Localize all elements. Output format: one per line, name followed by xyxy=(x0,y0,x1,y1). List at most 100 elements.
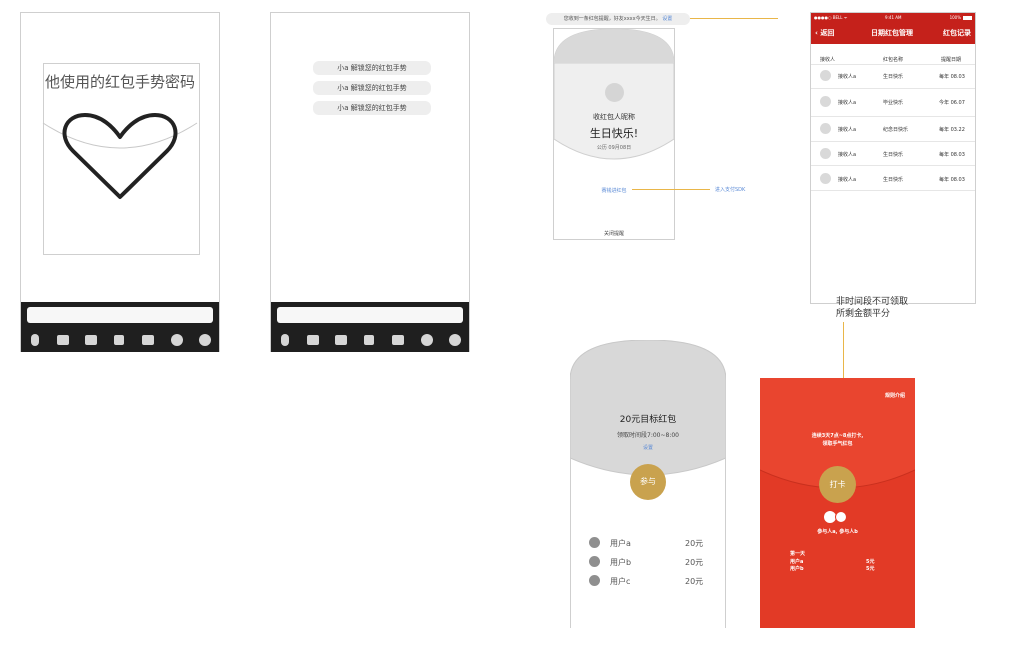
screen-gesture-password: 他使用的红包手势密码 xyxy=(20,12,220,352)
participants-text: 参与人a, 参与人b xyxy=(817,529,858,535)
divider xyxy=(811,64,975,65)
battery-icon xyxy=(963,16,972,20)
screen-birthday-packet: 收红包人昵称 生日快乐! 公历 09月08日 赛钱进红包 关闭提醒 xyxy=(553,28,675,240)
result-name: 用户b xyxy=(790,566,804,572)
recipient-cell: 接收人a xyxy=(838,152,857,158)
user-name: 用户a xyxy=(610,539,631,548)
result-amount: 5元 xyxy=(866,559,875,565)
checkin-button[interactable]: 打卡 xyxy=(819,466,856,503)
camera-icon[interactable] xyxy=(335,335,347,345)
divider xyxy=(811,141,975,142)
packet-name-cell: 毕业快乐 xyxy=(883,100,904,106)
screen-target-packet: 20元目标红包 领取时间段7:00~8:00 设置 参与 用户a 20元 用户b… xyxy=(570,340,726,630)
notification-settings-link[interactable]: 设置 xyxy=(662,16,672,22)
birthday-notification[interactable]: 您收到一条红包提醒，好友xxxx今天生日。 设置 xyxy=(546,13,690,25)
close-reminder-button[interactable]: 关闭提醒 xyxy=(554,230,674,237)
date-cell: 每年 08.03 xyxy=(939,74,965,80)
recipient-label: 收红包人昵称 xyxy=(593,113,635,121)
day-label: 第一天 xyxy=(790,551,806,557)
desc-line: 领取手气红包 xyxy=(822,441,853,447)
chat-toolbar xyxy=(271,302,469,352)
user-amount: 20元 xyxy=(685,577,704,586)
recipient-cell: 接收人a xyxy=(838,127,857,133)
chevron-left-icon: ‹ xyxy=(815,29,818,37)
note-line: 所剩金额平分 xyxy=(836,309,891,319)
emoji-icon[interactable] xyxy=(421,334,433,346)
screen-unlock-messages: 小a 解锁您的红包手势 小a 解锁您的红包手势 小a 解锁您的红包手势 xyxy=(270,12,470,352)
collect-period: 领取时间段7:00~8:00 xyxy=(617,432,679,439)
packet-name-cell: 生日快乐 xyxy=(883,152,904,158)
divider xyxy=(811,88,975,89)
sdk-link[interactable]: 进入支付SDK xyxy=(715,186,745,193)
connector-line xyxy=(690,18,778,19)
image-icon[interactable] xyxy=(57,335,69,345)
back-button[interactable]: ‹ 返回 xyxy=(815,22,834,44)
image-icon[interactable] xyxy=(307,335,319,345)
user-avatar xyxy=(589,537,600,548)
packet-name-cell: 生日快乐 xyxy=(883,74,904,80)
divider xyxy=(811,190,975,191)
file-icon[interactable] xyxy=(114,335,124,345)
annotation-note: 非时间段不可领取 所剩金额平分 xyxy=(836,296,908,320)
screen-date-packet-manager: ●●●●○ BELL ᯤ 9:41 AM 100% ‹ 返回 日期红包管理 红包… xyxy=(810,12,976,304)
chat-input[interactable] xyxy=(27,307,213,323)
chat-toolbar xyxy=(21,302,219,352)
heart-gesture-icon xyxy=(42,113,198,199)
avatar xyxy=(820,148,831,159)
rules-link[interactable]: 规则介绍 xyxy=(885,392,905,399)
avatar xyxy=(605,83,624,102)
date: 公历 09月08日 xyxy=(596,145,632,151)
participant-avatar xyxy=(835,511,847,523)
user-amount: 20元 xyxy=(685,539,704,548)
mic-icon[interactable] xyxy=(281,334,289,346)
back-label: 返回 xyxy=(820,29,835,37)
result-amount: 5元 xyxy=(866,566,875,572)
result-name: 用户a xyxy=(790,559,804,565)
avatar xyxy=(820,173,831,184)
connector-line xyxy=(632,189,710,190)
packet-records-button[interactable]: 红包记录 xyxy=(943,22,971,44)
date-cell: 每年 08.03 xyxy=(939,177,965,183)
battery-text: 100% xyxy=(949,15,961,20)
note-line: 非时间段不可领取 xyxy=(836,297,909,307)
time-text: 9:41 AM xyxy=(885,15,902,20)
avatar xyxy=(820,96,831,107)
date-cell: 今年 06.07 xyxy=(939,100,965,106)
nav-bar: ‹ 返回 日期红包管理 红包记录 xyxy=(811,22,975,44)
plus-icon[interactable] xyxy=(199,334,211,346)
unlock-pill[interactable]: 小a 解锁您的红包手势 xyxy=(313,101,431,115)
mic-icon[interactable] xyxy=(31,334,39,346)
gesture-title: 他使用的红包手势密码 xyxy=(44,73,195,91)
unlock-pill[interactable]: 小a 解锁您的红包手势 xyxy=(313,61,431,75)
emoji-icon[interactable] xyxy=(171,334,183,346)
packet-title: 20元目标红包 xyxy=(619,415,677,425)
chat-input[interactable] xyxy=(277,307,463,323)
packet-name-cell: 纪念日快乐 xyxy=(883,127,909,133)
user-name: 用户c xyxy=(610,577,631,586)
nav-title: 日期红包管理 xyxy=(871,29,913,37)
avatar xyxy=(820,123,831,134)
recipient-cell: 接收人a xyxy=(838,74,857,80)
camera-icon[interactable] xyxy=(85,335,97,345)
col-header-packet-name: 红包名称 xyxy=(883,57,904,63)
user-name: 用户b xyxy=(610,558,632,567)
screen-checkin-packet: 规则介绍 连续3天7点~8点打卡, 领取手气红包 打卡 参与人a, 参与人b 第… xyxy=(760,378,915,628)
status-bar: ●●●●○ BELL ᯤ 9:41 AM 100% xyxy=(811,13,975,22)
carrier-text: ●●●●○ BELL ᯤ xyxy=(814,15,848,20)
gif-icon[interactable] xyxy=(392,335,404,345)
user-amount: 20元 xyxy=(685,558,704,567)
divider xyxy=(811,165,975,166)
join-button[interactable]: 参与 xyxy=(630,464,666,500)
col-header-reminder-date: 提醒日期 xyxy=(941,57,962,63)
recipient-cell: 接收人a xyxy=(838,100,857,106)
user-avatar xyxy=(589,556,600,567)
user-avatar xyxy=(589,575,600,586)
avatar xyxy=(820,70,831,81)
settings-link[interactable]: 设置 xyxy=(570,444,726,451)
gif-icon[interactable] xyxy=(142,335,154,345)
date-cell: 每年 03.22 xyxy=(939,127,965,133)
file-icon[interactable] xyxy=(364,335,374,345)
unlock-pill[interactable]: 小a 解锁您的红包手势 xyxy=(313,81,431,95)
greeting: 生日快乐! xyxy=(589,127,639,140)
plus-icon[interactable] xyxy=(449,334,461,346)
